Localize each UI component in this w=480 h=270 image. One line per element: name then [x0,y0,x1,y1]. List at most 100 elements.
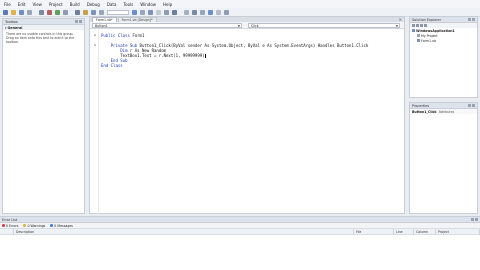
menu-item-edit[interactable]: Edit [18,2,26,7]
properties-object-type: Attributes [438,109,455,114]
code-area[interactable]: Public Class Form1 ⊟ Private Sub Button1_… [90,30,404,214]
error-list-column-header[interactable]: Description [14,228,354,235]
project-file-icon [412,29,415,32]
solution-tree-label: Form1.vb [421,38,436,43]
properties-panel: Properties Button1_Click Attributes [409,102,478,214]
code-text: Form1 [129,33,145,38]
toolbox-panel: Toolbox ▾ General There are no usable co… [2,18,85,214]
chevron-down-icon: ▼ [395,24,398,28]
menu-item-file[interactable]: File [4,2,11,7]
menu-item-debug[interactable]: Debug [87,2,100,7]
properties-title: Properties [412,103,430,108]
solution-explorer-title: Solution Explorer [412,17,442,22]
menu-item-view[interactable]: View [32,2,42,7]
toolbar-button-icon[interactable] [3,9,8,15]
panel-controls [75,20,82,23]
menu-item-build[interactable]: Build [70,2,80,7]
toolbar-button-icon[interactable] [148,9,153,15]
menu-bar: File Edit View Project Build Debug Data Tools Wi… [0,0,480,8]
code-text: Button1_Click(ByVal sender As System.Obj… [137,43,369,48]
code-line: End Class [101,63,123,68]
code-line: Public Class Form1 [101,33,144,38]
text-cursor [204,54,206,58]
pin-icon[interactable] [468,104,471,107]
toolbar-button-icon[interactable] [216,9,221,15]
toolbar-button-icon[interactable] [184,9,189,15]
toolbar-button-icon[interactable] [99,9,104,15]
toolbar-button-icon[interactable] [132,9,137,15]
class-name-value: Button1 [95,24,108,28]
show-all-files-icon[interactable] [416,24,419,27]
collapse-arrow-icon[interactable]: ▾ [5,26,7,30]
view-code-icon[interactable] [424,24,427,27]
toolbar-button-icon[interactable] [140,9,145,15]
close-icon[interactable] [475,218,478,221]
pin-icon[interactable] [471,218,474,221]
solution-tree-label: WindowsApplication1 [416,28,455,33]
toolbar-button-icon[interactable] [27,9,32,15]
class-name-dropdown[interactable]: Button1 ▼ [92,23,242,28]
menu-item-project[interactable]: Project [49,2,63,7]
toolbar-button-icon[interactable] [55,9,60,15]
menu-item-window[interactable]: Window [140,2,156,7]
toolbar-button-icon[interactable] [164,9,169,15]
collapse-toggle-icon[interactable]: ⊟ [94,43,96,47]
toolbar-button-icon[interactable] [200,9,205,15]
toolbar-button-icon[interactable] [63,9,68,15]
refresh-icon[interactable] [420,24,423,27]
toolbar-button-icon[interactable] [91,9,96,15]
error-filter-label: 0 Messages [54,223,73,228]
close-icon[interactable] [472,104,475,107]
error-list-column-header[interactable]: File [354,228,394,235]
properties-object-selector[interactable]: Button1_Click Attributes [410,109,477,114]
error-filter-button[interactable]: 0 Messages [50,224,73,228]
toolbox-title: Toolbox [5,19,18,24]
collapse-toggle-icon[interactable]: ⊟ [94,33,96,37]
error-list-header: Description File Line Column Project [0,228,480,235]
toolbar-button-icon[interactable] [47,9,52,15]
code-keyword: End Class [101,63,123,68]
editor-gutter [90,30,99,214]
project-file-icon [417,34,420,37]
toolbox-empty-message: There are no usable controls in this gro… [6,32,75,44]
toolbar-button-icon[interactable] [75,9,80,15]
panel-controls [468,18,475,21]
error-filter-label: 0 Warnings [27,223,46,228]
close-icon[interactable] [472,18,475,21]
toolbar-button-icon[interactable] [208,9,213,15]
error-filter-button[interactable]: 0 Errors [2,224,18,228]
toolbar-button-icon[interactable] [11,9,16,15]
toolbar-button-icon[interactable] [224,9,229,15]
pin-icon[interactable] [75,20,78,23]
menu-item-tools[interactable]: Tools [123,2,133,7]
solution-tree-item[interactable]: Form1.vb [410,38,477,43]
toolbar-button-icon[interactable] [156,9,161,15]
menu-item-data[interactable]: Data [107,2,117,7]
toolbar-button-icon[interactable] [39,9,44,15]
status-dot-icon [50,224,54,227]
error-list-column-header[interactable] [0,228,14,235]
code-editor-panel: Form1.vb* Form1.vb [Design]* × Button1 ▼ … [89,16,405,214]
error-filter-button[interactable]: 0 Warnings [23,224,45,228]
method-name-dropdown[interactable]: Click ▼ [248,23,400,28]
toolbar-button-icon[interactable] [192,9,197,15]
properties-icon[interactable] [412,24,415,27]
toolbar-button-icon[interactable] [83,9,88,15]
toolbar-button-icon[interactable] [172,9,177,15]
close-icon[interactable] [79,20,82,23]
solution-config-dropdown[interactable] [107,9,129,15]
error-list-column-header[interactable]: Column [414,228,436,235]
status-dot-icon [23,224,27,227]
error-filter-label: 0 Errors [6,223,19,228]
solution-explorer-panel: Solution Explorer WindowsApplication1 My … [409,16,478,98]
solution-tree: WindowsApplication1 My Project Form1.vb [410,28,477,43]
error-list-column-header[interactable]: Line [394,228,414,235]
panel-controls [471,218,478,221]
menu-item-help[interactable]: Help [163,2,172,7]
toolbar-button-icon[interactable] [19,9,24,15]
pin-icon[interactable] [468,18,471,21]
panel-controls [468,104,475,107]
chevron-down-icon: ▼ [237,24,240,28]
error-list-title: Error List [2,217,18,222]
error-list-column-header[interactable]: Project [436,228,480,235]
